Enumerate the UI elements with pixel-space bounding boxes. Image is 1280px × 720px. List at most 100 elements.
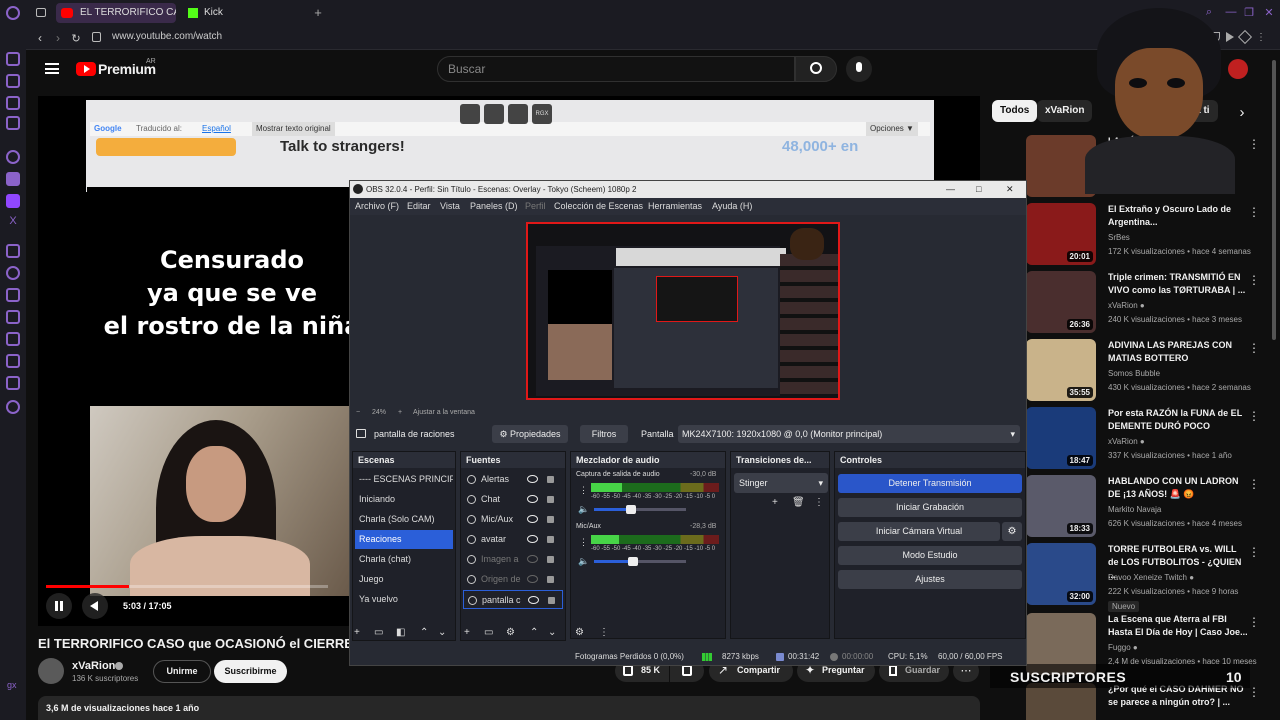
visibility-eye-icon[interactable]: [527, 475, 538, 483]
video-channel[interactable]: Fuggo ●: [1108, 643, 1138, 652]
scene-up-icon[interactable]: ⌃: [420, 627, 428, 638]
obs-menu-help[interactable]: Ayuda (H): [712, 198, 752, 215]
page-scrollbar[interactable]: [1272, 60, 1276, 340]
scene-item[interactable]: Juego: [355, 570, 453, 589]
sidebar-clock-icon[interactable]: [6, 266, 20, 280]
visibility-eye-icon[interactable]: [527, 555, 538, 563]
channel-menu-icon[interactable]: ⋮: [579, 485, 588, 496]
obs-menu-view[interactable]: Vista: [440, 198, 460, 215]
source-item[interactable]: avatar: [463, 530, 563, 549]
video-title[interactable]: ADIVINA LAS PAREJAS CON MATIAS BOTTERO: [1108, 339, 1248, 365]
scene-item[interactable]: Iniciando: [355, 490, 453, 509]
lock-icon[interactable]: [547, 516, 554, 523]
speaker-icon[interactable]: 🔈: [578, 556, 589, 567]
obs-preview-canvas[interactable]: [526, 222, 840, 400]
scene-item[interactable]: Reaciones: [355, 530, 453, 549]
obs-menu-docks[interactable]: Paneles (D): [470, 198, 518, 215]
subscribe-button[interactable]: Suscribirme: [214, 660, 287, 683]
skip-icon[interactable]: [508, 104, 528, 124]
sidebar-messenger-icon[interactable]: [6, 172, 20, 186]
video-thumbnail[interactable]: 18:47: [1026, 407, 1096, 469]
video-menu-icon[interactable]: ⋮: [1248, 341, 1260, 355]
video-title[interactable]: Triple crimen: TRANSMITIÓ EN VIVO como l…: [1108, 271, 1248, 297]
search-button[interactable]: [795, 56, 837, 82]
video-title[interactable]: Por esta RAZÓN la FUNA de EL DEMENTE DUR…: [1108, 407, 1248, 433]
video-menu-icon[interactable]: ⋮: [1248, 205, 1260, 219]
remove-scene-icon[interactable]: ▭: [374, 627, 383, 638]
video-title[interactable]: El Extraño y Oscuro Lado de Argentina...: [1108, 203, 1248, 229]
zoom-fit[interactable]: Ajustar a la ventana: [413, 407, 475, 419]
chips-next-icon[interactable]: ›: [1234, 103, 1250, 121]
video-thumbnail[interactable]: [1026, 683, 1096, 720]
video-title[interactable]: HABLANDO CON UN LADRON DE ¡13 AÑOS! 🚨 😡: [1108, 475, 1248, 501]
obs-menu-profile[interactable]: Perfil: [525, 198, 546, 215]
remove-source-icon[interactable]: ▭: [484, 627, 493, 638]
lock-icon[interactable]: [548, 597, 555, 604]
video-channel[interactable]: xVaRion ●: [1108, 437, 1145, 446]
lock-icon[interactable]: [547, 496, 554, 503]
sidebar-bell-icon[interactable]: [6, 310, 20, 324]
sidebar-home-icon[interactable]: [6, 52, 20, 66]
stop-streaming-button[interactable]: Detener Transmisión: [838, 474, 1022, 493]
recommended-video[interactable]: 26:36 Triple crimen: TRANSMITIÓ EN VIVO c…: [992, 271, 1262, 335]
recommended-video[interactable]: ¿Por qué el CASO DAHMER NO se parece a n…: [992, 683, 1262, 720]
recommended-video[interactable]: 20:01 El Extraño y Oscuro Lado de Argenti…: [992, 203, 1262, 267]
source-up-icon[interactable]: ⌃: [530, 627, 538, 638]
source-item[interactable]: Chat: [463, 490, 563, 509]
settings-button[interactable]: Ajustes: [838, 570, 1022, 589]
scene-item[interactable]: ---- ESCENAS PRINCIPA: [355, 470, 453, 489]
sidebar-settings-icon[interactable]: [6, 150, 20, 164]
add-scene-icon[interactable]: +: [354, 627, 360, 638]
channel-avatar[interactable]: [38, 658, 64, 684]
studio-mode-button[interactable]: Modo Estudio: [838, 546, 1022, 565]
send-icon[interactable]: [1237, 29, 1253, 45]
screen-select[interactable]: MK24X7100: 1920x1080 @ 0,0 (Monitor prin…: [678, 425, 1020, 443]
visibility-eye-icon[interactable]: [528, 596, 539, 604]
voice-search-button[interactable]: [846, 56, 872, 82]
video-menu-icon[interactable]: ⋮: [1248, 545, 1260, 559]
video-thumbnail[interactable]: 26:36: [1026, 271, 1096, 333]
source-item[interactable]: pantalla c: [463, 590, 563, 609]
video-menu-icon[interactable]: ⋮: [1248, 273, 1260, 287]
video-progress-track[interactable]: [46, 585, 328, 588]
url-text[interactable]: www.youtube.com/watch: [112, 31, 222, 42]
visibility-eye-icon[interactable]: [527, 515, 538, 523]
volume-handle[interactable]: [627, 557, 638, 566]
back-icon[interactable]: ‹: [34, 31, 46, 45]
lock-icon[interactable]: [547, 556, 554, 563]
sidebar-shield-icon[interactable]: [6, 74, 20, 88]
source-down-icon[interactable]: ⌄: [548, 627, 556, 638]
obs-maximize-icon[interactable]: □: [976, 181, 981, 198]
volume-slider[interactable]: [594, 505, 686, 514]
volume-button[interactable]: [82, 593, 108, 619]
sidebar-gear-icon[interactable]: [6, 400, 20, 414]
channel-menu-icon[interactable]: ⋮: [579, 537, 588, 548]
remove-transition-icon[interactable]: 🗑: [792, 497, 805, 508]
scene-filters-icon[interactable]: ◧: [396, 627, 405, 638]
recommended-video[interactable]: 18:47 Por esta RAZÓN la FUNA de EL DEMENT…: [992, 407, 1262, 471]
new-tab-icon[interactable]: +: [311, 4, 325, 20]
source-item[interactable]: Alertas: [463, 470, 563, 489]
rgx-icon[interactable]: RGX: [532, 104, 552, 124]
recommended-video[interactable]: 18:33 HABLANDO CON UN LADRON DE ¡13 AÑOS!…: [992, 475, 1262, 539]
video-description[interactable]: 3,6 M de visualizaciones hace 1 año: [38, 696, 980, 720]
sidebar-twitch-icon[interactable]: [6, 194, 20, 208]
maximize-icon[interactable]: ❐: [1242, 5, 1256, 19]
chip-all[interactable]: Todos: [992, 100, 1038, 122]
tab-kick[interactable]: Kick: [180, 3, 310, 23]
scene-down-icon[interactable]: ⌄: [438, 627, 446, 638]
video-menu-icon[interactable]: ⋮: [1248, 409, 1260, 423]
sidebar-box-icon[interactable]: [6, 96, 20, 110]
source-item[interactable]: Origen de: [463, 570, 563, 589]
video-menu-icon[interactable]: ⋮: [1248, 477, 1260, 491]
video-menu-icon[interactable]: ⋮: [1248, 615, 1260, 629]
recommended-video[interactable]: 32:00 TORRE FUTBOLERA vs. WILL de LOS FUT…: [992, 543, 1262, 612]
sidebar-x-icon[interactable]: X: [6, 214, 20, 228]
video-thumbnail[interactable]: 20:01: [1026, 203, 1096, 265]
lock-icon[interactable]: [547, 576, 554, 583]
obs-menu-scene-collection[interactable]: Colección de Escenas: [554, 198, 643, 215]
sidebar-cube-icon[interactable]: [6, 332, 20, 346]
add-transition-icon[interactable]: +: [772, 497, 778, 508]
zoom-in-icon[interactable]: +: [398, 407, 402, 419]
video-channel[interactable]: xVaRion ●: [1108, 301, 1145, 310]
